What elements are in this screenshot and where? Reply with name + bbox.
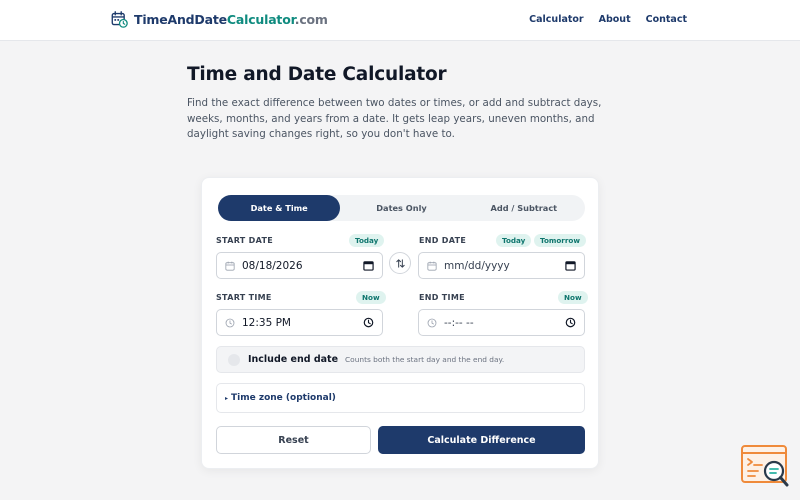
calendar-icon: [427, 261, 437, 271]
include-end-date-label[interactable]: Include end date: [248, 354, 338, 365]
end-date-input[interactable]: mm/dd/yyyy: [418, 252, 585, 279]
calendar-clock-icon: [111, 11, 128, 28]
search-code-widget[interactable]: [740, 444, 792, 490]
include-end-date-hint: Counts both the start day and the end da…: [345, 355, 505, 364]
mode-tabs: Date & Time Dates Only Add / Subtract: [218, 195, 585, 221]
tab-date-time[interactable]: Date & Time: [218, 195, 341, 221]
end-date-today-chip[interactable]: Today: [496, 234, 532, 247]
search-code-icon: [741, 445, 789, 487]
end-date-placeholder: mm/dd/yyyy: [444, 259, 510, 272]
clock-icon: [225, 318, 235, 327]
calendar-icon: [225, 261, 235, 271]
nav-link-calculator[interactable]: Calculator: [529, 14, 583, 25]
logo-text-part2: Calculator: [226, 12, 295, 27]
time-picker-icon[interactable]: [363, 317, 374, 328]
start-date-today-chip[interactable]: Today: [349, 234, 385, 247]
include-end-date-row: Include end date Counts both the start d…: [216, 346, 585, 373]
logo-text-part1: TimeAndDate: [134, 12, 227, 27]
calculate-difference-button[interactable]: Calculate Difference: [378, 426, 585, 454]
start-time-input[interactable]: 12:35 PM: [216, 309, 383, 336]
tab-add-subtract[interactable]: Add / Subtract: [463, 195, 585, 221]
start-date-value: 08/18/2026: [242, 259, 303, 272]
site-header: TimeAndDateCalculator.com Calculator Abo…: [0, 0, 800, 41]
timezone-disclosure[interactable]: ▸ Time zone (optional): [216, 383, 585, 413]
start-time-value: 12:35 PM: [242, 316, 291, 329]
timezone-label: Time zone (optional): [231, 393, 336, 403]
date-picker-icon[interactable]: [565, 260, 576, 271]
end-time-input[interactable]: --:-- --: [418, 309, 585, 336]
end-date-tomorrow-chip[interactable]: Tomorrow: [534, 234, 586, 247]
calculator-card: Date & Time Dates Only Add / Subtract ST…: [201, 177, 599, 469]
start-time-label: START TIME: [216, 293, 272, 302]
time-picker-icon[interactable]: [565, 317, 576, 328]
tab-dates-only[interactable]: Dates Only: [340, 195, 462, 221]
site-logo[interactable]: TimeAndDateCalculator.com: [111, 11, 328, 28]
reset-button[interactable]: Reset: [216, 426, 371, 454]
main-nav: Calculator About Contact: [529, 14, 687, 25]
date-picker-icon[interactable]: [363, 260, 374, 271]
disclosure-triangle-icon: ▸: [225, 394, 229, 402]
include-end-date-toggle[interactable]: [228, 353, 240, 366]
end-time-placeholder: --:-- --: [444, 316, 474, 329]
start-date-label: START DATE: [216, 236, 273, 245]
page-title: Time and Date Calculator: [187, 64, 447, 85]
logo-text-part3: .com: [294, 12, 328, 27]
start-date-input[interactable]: 08/18/2026: [216, 252, 383, 279]
start-time-now-chip[interactable]: Now: [356, 291, 386, 304]
swap-arrows-icon: [395, 258, 405, 268]
end-time-label: END TIME: [419, 293, 465, 302]
end-date-label: END DATE: [419, 236, 467, 245]
nav-link-contact[interactable]: Contact: [646, 14, 687, 25]
swap-dates-button[interactable]: [389, 252, 411, 274]
logo-text: TimeAndDateCalculator.com: [134, 12, 328, 27]
nav-link-about[interactable]: About: [599, 14, 631, 25]
intro-text: Find the exact difference between two da…: [187, 97, 602, 140]
end-time-now-chip[interactable]: Now: [558, 291, 588, 304]
clock-icon: [427, 318, 437, 327]
